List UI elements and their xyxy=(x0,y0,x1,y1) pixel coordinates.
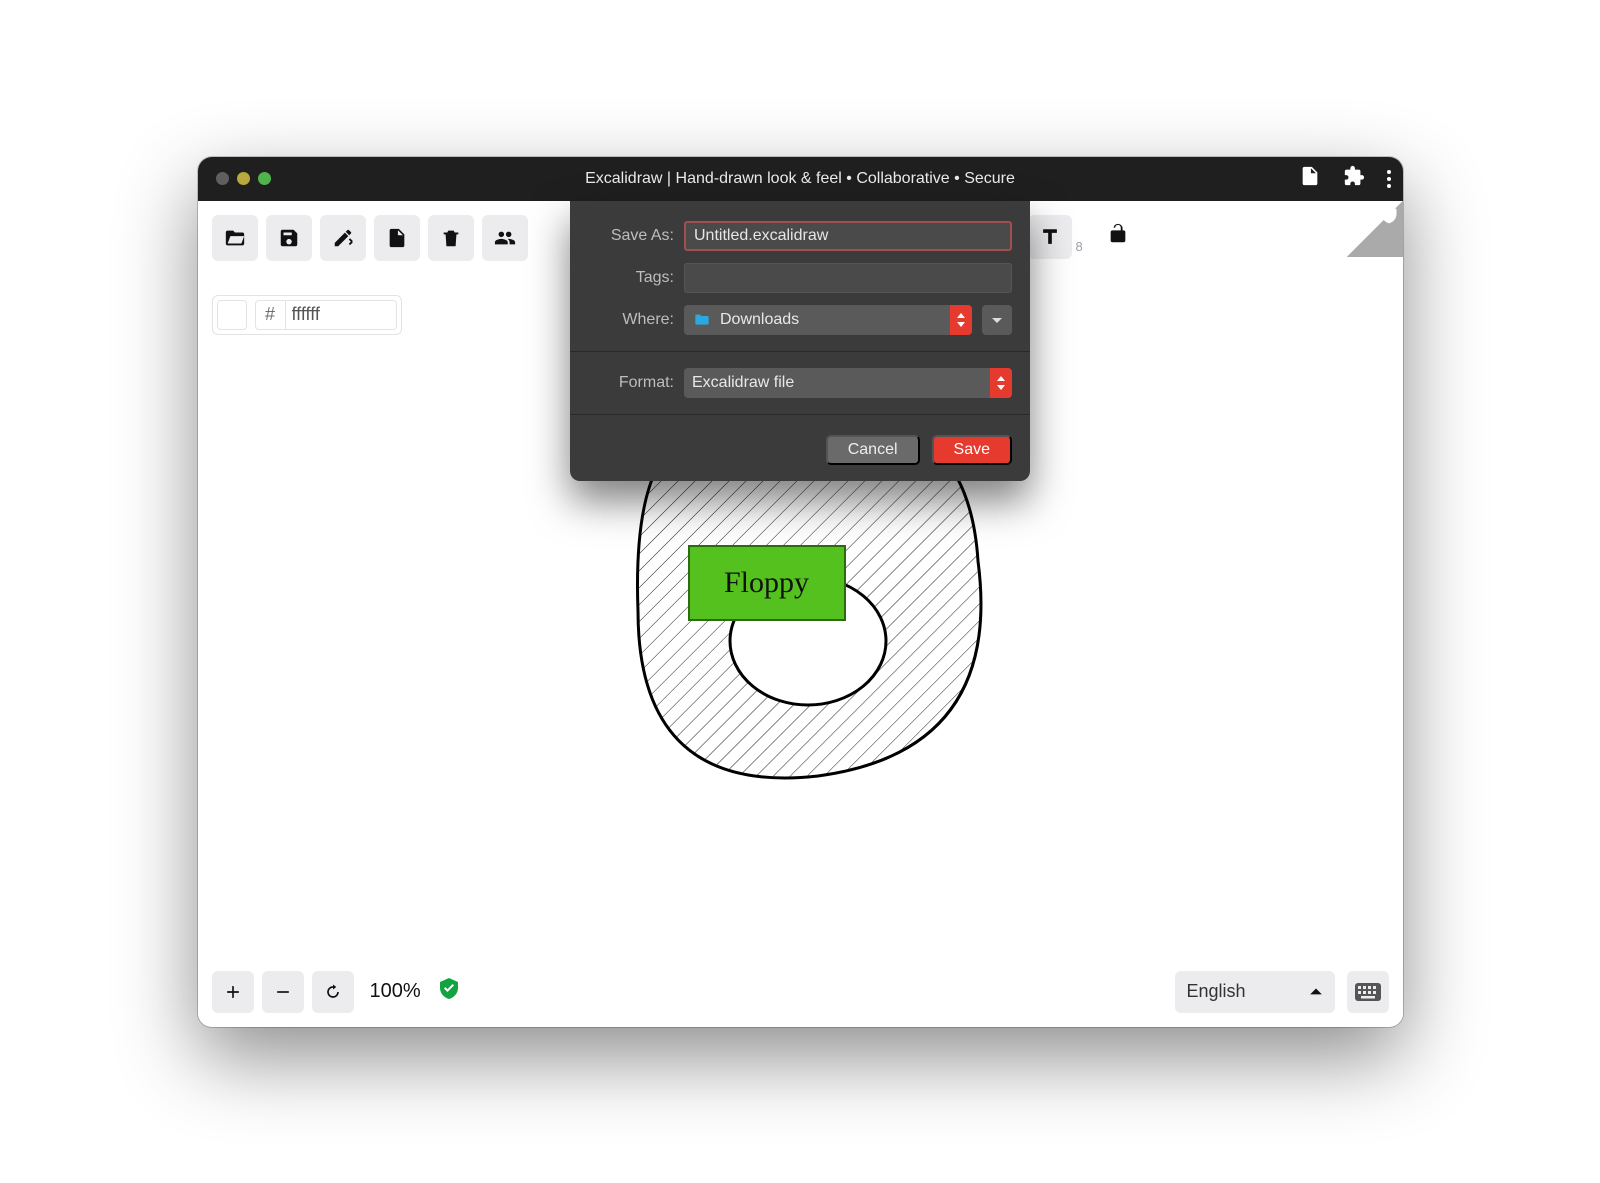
install-app-icon[interactable] xyxy=(1299,165,1321,192)
export-button[interactable] xyxy=(374,215,420,261)
save-button[interactable] xyxy=(266,215,312,261)
language-value: English xyxy=(1187,981,1246,1002)
window-title: Excalidraw | Hand-drawn look & feel • Co… xyxy=(585,170,1015,188)
encryption-shield-icon[interactable] xyxy=(437,977,461,1006)
save-confirm-button[interactable]: Save xyxy=(932,435,1012,465)
text-tool-shortcut: 8 xyxy=(1076,239,1083,254)
hex-color-input[interactable] xyxy=(286,301,396,329)
kebab-menu-icon[interactable] xyxy=(1387,170,1391,188)
zoom-in-button[interactable] xyxy=(212,971,254,1013)
format-select[interactable]: Excalidraw file xyxy=(684,368,1012,398)
expand-dialog-button[interactable] xyxy=(982,305,1012,335)
main-toolbar xyxy=(212,215,528,261)
where-value: Downloads xyxy=(720,311,799,329)
zoom-out-button[interactable] xyxy=(262,971,304,1013)
tags-label: Tags: xyxy=(588,269,674,287)
save-as-button[interactable] xyxy=(320,215,366,261)
zoom-level: 100% xyxy=(362,980,429,1003)
zoom-reset-button[interactable] xyxy=(312,971,354,1013)
save-as-label: Save As: xyxy=(588,227,674,245)
shape-tools-overflow: 8 xyxy=(1028,215,1129,259)
updown-icon xyxy=(990,368,1012,398)
where-label: Where: xyxy=(588,311,674,329)
minimize-window-dot[interactable] xyxy=(237,172,250,185)
chevron-up-icon xyxy=(1309,985,1323,999)
hash-prefix: # xyxy=(256,301,286,329)
clear-canvas-button[interactable] xyxy=(428,215,474,261)
updown-icon xyxy=(950,305,972,335)
extensions-icon[interactable] xyxy=(1343,165,1365,192)
unlock-icon[interactable] xyxy=(1107,223,1129,250)
open-button[interactable] xyxy=(212,215,258,261)
browser-actions xyxy=(1299,165,1391,192)
text-tool-button[interactable] xyxy=(1028,215,1072,259)
folder-icon xyxy=(692,312,712,328)
dialog-separator xyxy=(570,351,1030,352)
color-swatch[interactable] xyxy=(217,300,247,330)
zoom-controls: 100% xyxy=(212,971,461,1013)
corner-fold-github-icon[interactable] xyxy=(1347,201,1403,257)
where-select[interactable]: Downloads xyxy=(684,305,972,335)
keyboard-shortcuts-button[interactable] xyxy=(1347,971,1389,1013)
background-color-picker: # xyxy=(212,295,402,335)
save-as-input[interactable] xyxy=(684,221,1012,251)
app-surface: 8 # Floppy Save xyxy=(198,201,1403,1027)
cancel-button[interactable]: Cancel xyxy=(826,435,920,465)
traffic-lights xyxy=(198,172,271,185)
window: Excalidraw | Hand-drawn look & feel • Co… xyxy=(198,157,1403,1027)
language-select[interactable]: English xyxy=(1175,971,1335,1013)
live-collaboration-button[interactable] xyxy=(482,215,528,261)
canvas-sticky-label[interactable]: Floppy xyxy=(688,545,846,621)
tags-input[interactable] xyxy=(684,263,1012,293)
titlebar: Excalidraw | Hand-drawn look & feel • Co… xyxy=(198,157,1403,201)
format-label: Format: xyxy=(588,374,674,392)
maximize-window-dot[interactable] xyxy=(258,172,271,185)
dialog-separator xyxy=(570,414,1030,415)
save-dialog: Save As: Tags: Where: Downloads xyxy=(570,201,1030,481)
footer-controls: English xyxy=(1175,971,1389,1013)
format-value: Excalidraw file xyxy=(692,374,794,392)
close-window-dot[interactable] xyxy=(216,172,229,185)
